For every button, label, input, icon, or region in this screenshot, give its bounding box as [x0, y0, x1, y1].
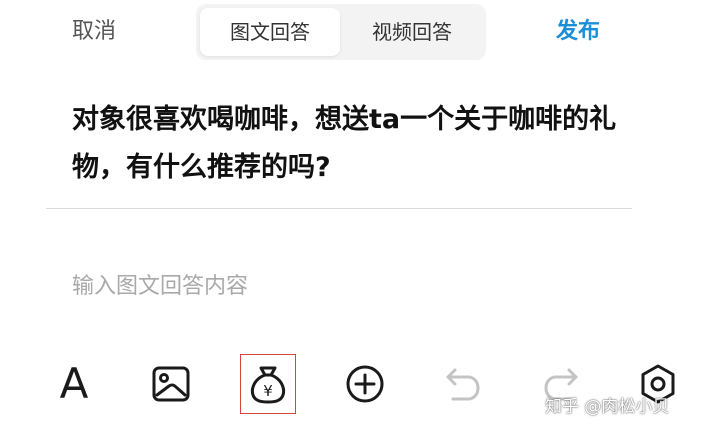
top-bar: 取消 图文回答 视频回答 发布: [0, 0, 720, 64]
image-icon: [152, 366, 190, 402]
answer-input[interactable]: [72, 266, 652, 306]
reward-button[interactable]: ¥: [240, 354, 296, 414]
insert-more-button[interactable]: [339, 358, 391, 410]
font-icon: A: [59, 359, 89, 408]
answer-type-tabs: 图文回答 视频回答: [196, 4, 486, 60]
plus-circle-icon: [346, 365, 384, 403]
reward-bag-icon: ¥: [250, 366, 286, 404]
watermark: 知乎 @肉松小贝: [545, 397, 670, 417]
undo-button[interactable]: [437, 358, 489, 410]
insert-image-button[interactable]: [145, 358, 197, 410]
font-button[interactable]: A: [48, 358, 100, 410]
cancel-button[interactable]: 取消: [72, 16, 116, 48]
question-title: 对象很喜欢喝咖啡，想送ta一个关于咖啡的礼物，有什么推荐的吗?: [72, 104, 617, 183]
divider: [46, 208, 632, 209]
undo-icon: [446, 368, 480, 401]
tab-image-text-answer[interactable]: 图文回答: [200, 8, 340, 56]
yuan-glyph: ¥: [263, 382, 273, 400]
tab-video-answer[interactable]: 视频回答: [342, 8, 482, 56]
publish-button[interactable]: 发布: [556, 16, 600, 48]
